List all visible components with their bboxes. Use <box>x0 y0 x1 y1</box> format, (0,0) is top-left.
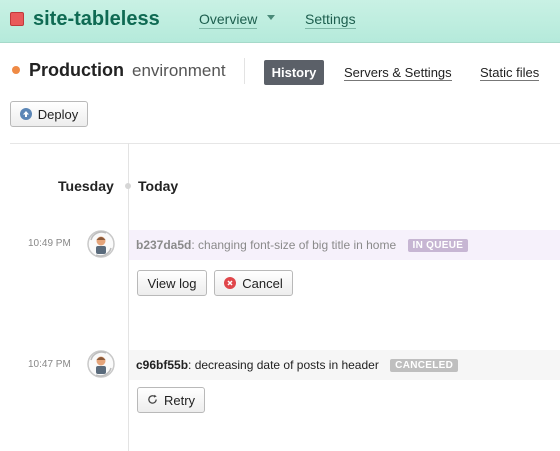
commit-hash[interactable]: c96bf55b <box>136 358 188 372</box>
cancel-button[interactable]: Cancel <box>214 270 293 296</box>
commit-message: : decreasing date of posts in header <box>188 358 379 372</box>
section-divider <box>10 143 560 144</box>
deploy-commit: c96bf55b: decreasing date of posts in he… <box>136 358 459 372</box>
nav-settings[interactable]: Settings <box>305 11 356 29</box>
arrow-up-circle-icon <box>19 108 32 120</box>
header-divider <box>244 58 245 84</box>
caret-down-icon[interactable] <box>267 15 275 20</box>
cancel-button-label: Cancel <box>242 275 283 291</box>
refresh-icon <box>147 393 158 408</box>
timeline-relative-day: Today <box>138 178 179 194</box>
tab-static-files[interactable]: Static files <box>480 62 540 81</box>
user-avatar-icon <box>86 349 116 379</box>
commit-message: : changing font-size of big title in hom… <box>191 238 397 252</box>
status-badge: CANCELED <box>390 359 459 372</box>
commit-hash[interactable]: b237da5d <box>136 238 191 252</box>
view-log-button-label: View log <box>147 275 197 291</box>
deploy-button-label: Deploy <box>37 106 79 122</box>
top-bar: site-tableless Overview Settings <box>0 0 560 43</box>
retry-button[interactable]: Retry <box>137 387 205 413</box>
deploy-time: 10:49 PM <box>28 238 71 249</box>
timeline-line <box>128 143 129 451</box>
user-avatar-icon <box>86 229 116 259</box>
timeline-day: Tuesday <box>58 178 114 194</box>
retry-button-label: Retry <box>163 392 196 408</box>
environment-suffix: environment <box>132 61 226 80</box>
status-badge: IN QUEUE <box>407 239 469 252</box>
environment-status-dot <box>12 66 20 74</box>
view-log-button[interactable]: View log <box>137 270 207 296</box>
app-name[interactable]: site-tableless <box>33 8 160 31</box>
app-square-icon <box>10 12 24 26</box>
close-circle-icon <box>224 277 237 289</box>
deploy-commit: b237da5d: changing font-size of big titl… <box>136 238 469 252</box>
timeline-dot <box>125 183 131 189</box>
deploy-time: 10:47 PM <box>28 359 71 370</box>
environment-name: Production <box>29 60 124 80</box>
deploy-button[interactable]: Deploy <box>10 101 88 127</box>
nav-overview[interactable]: Overview <box>199 11 258 29</box>
tab-history[interactable]: History <box>264 60 324 85</box>
tab-servers-settings[interactable]: Servers & Settings <box>344 62 452 81</box>
